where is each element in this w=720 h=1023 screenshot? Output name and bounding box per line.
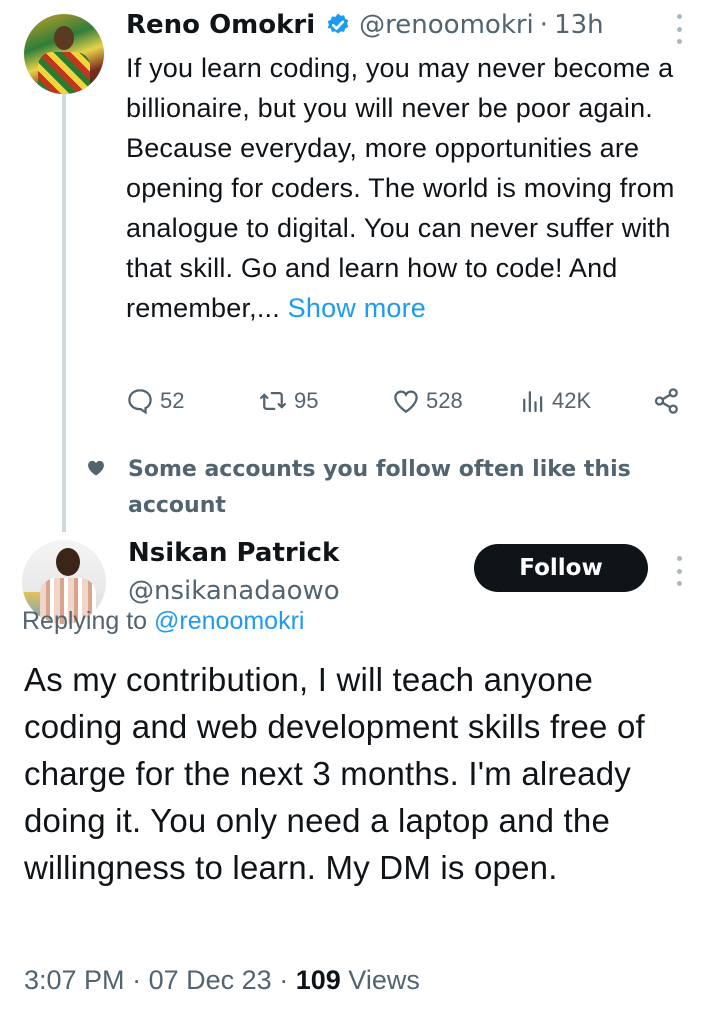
tweet-text: If you learn coding, you may never becom… — [126, 53, 675, 323]
more-vertical-icon[interactable] — [672, 556, 686, 586]
replying-prefix: Replying to — [22, 607, 148, 635]
reply-count: 52 — [160, 388, 185, 413]
repost-count: 95 — [294, 388, 319, 413]
reply-tweet-text: As my contribution, I will teach anyone … — [24, 661, 645, 886]
more-vertical-icon[interactable] — [672, 14, 686, 44]
speech-bubble-icon — [128, 389, 152, 415]
views-count-parent: 42K — [552, 388, 592, 413]
verified-badge-icon — [327, 13, 349, 34]
tweet-time[interactable]: 13h — [554, 10, 604, 40]
tweet-header: Reno Omokri @renoomokri · 13h — [126, 10, 604, 40]
separator-dot: · — [279, 965, 289, 995]
follow-button[interactable]: Follow — [474, 544, 648, 592]
tweet-body: If you learn coding, you may never becom… — [126, 48, 686, 328]
separator-dot: · — [132, 965, 142, 995]
like-count: 528 — [426, 388, 463, 413]
heart-icon — [88, 460, 104, 476]
views-label: Views — [348, 965, 420, 995]
bar-chart-icon — [523, 391, 543, 413]
reply-button[interactable]: 52 — [124, 384, 184, 418]
like-button[interactable]: 528 — [390, 384, 463, 418]
repost-button[interactable]: 95 — [256, 384, 318, 418]
social-context-text: Some accounts you follow often like this… — [128, 457, 631, 518]
views-count: 109 — [295, 965, 341, 995]
avatar-face — [56, 548, 80, 576]
thread-connector-line — [62, 92, 66, 532]
avatar-shirt — [38, 52, 90, 94]
reply-author-name[interactable]: Nsikan Patrick — [128, 538, 339, 568]
show-more-link[interactable]: Show more — [288, 293, 426, 323]
reply-time[interactable]: 3:07 PM — [24, 965, 125, 995]
share-button[interactable] — [652, 384, 686, 418]
replying-to-mention[interactable]: @renoomokri — [154, 607, 304, 635]
author-name[interactable]: Reno Omokri — [126, 10, 315, 40]
views-button[interactable]: 42K — [518, 384, 591, 418]
share-icon — [654, 388, 678, 414]
avatar-reno-omokri[interactable] — [24, 14, 104, 94]
separator-dot: · — [539, 10, 549, 40]
author-handle[interactable]: @renoomokri — [359, 10, 534, 40]
avatar-face — [54, 26, 74, 50]
heart-icon — [394, 390, 418, 413]
reply-meta: 3:07 PM · 07 Dec 23 · 109 Views — [24, 962, 420, 998]
replying-to-line: Replying to @renoomokri — [22, 604, 304, 638]
reply-date[interactable]: 07 Dec 23 — [149, 965, 272, 995]
repost-icon — [260, 392, 286, 410]
reply-author-handle[interactable]: @nsikanadaowo — [128, 576, 340, 606]
tweet-actions-bar: 52 95 528 42K — [124, 384, 690, 418]
